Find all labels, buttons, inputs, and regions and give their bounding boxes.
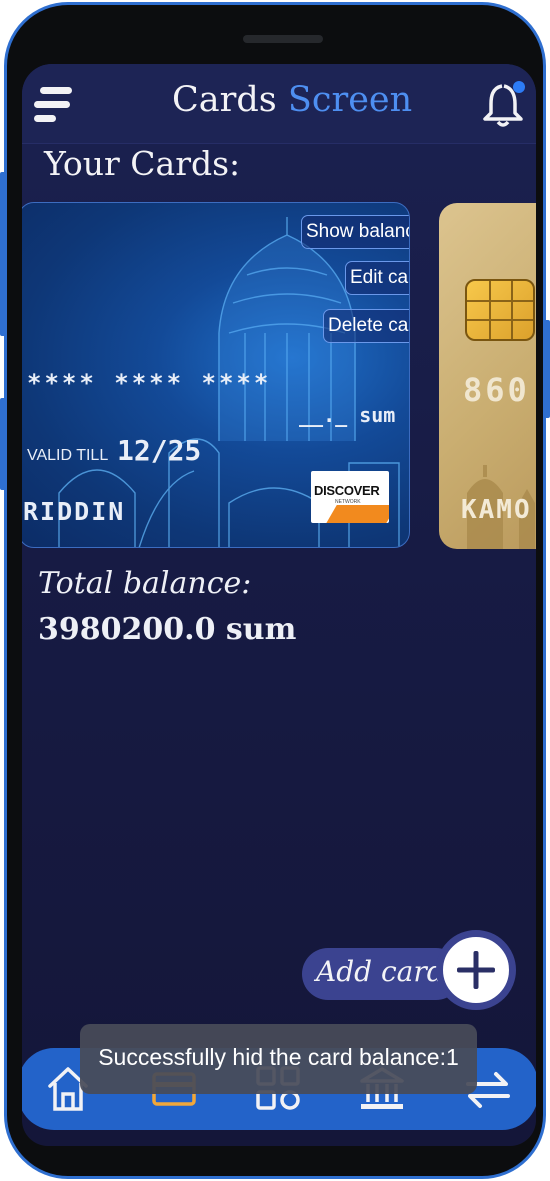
hamburger-menu-icon[interactable]	[34, 85, 78, 125]
second-card-holder: KAMO	[461, 495, 532, 525]
notification-dot-icon	[513, 81, 525, 93]
title-accent: Screen	[287, 80, 413, 120]
total-balance-value: 3980200.0 sum	[38, 612, 297, 647]
power-button	[544, 320, 550, 418]
toast-notification: Successfully hid the card balance:1	[80, 1024, 477, 1094]
app-header: Cards Screen	[22, 64, 536, 144]
discover-logo-icon: DISCOVER NETWORK	[311, 471, 389, 523]
total-balance-label: Total balance:	[38, 566, 252, 601]
card-holder-name: RIDDIN	[23, 497, 126, 526]
second-credit-card[interactable]: 860 KAMO	[439, 203, 536, 549]
delete-card-button[interactable]: Delete card	[323, 309, 409, 343]
bell-icon[interactable]	[482, 78, 528, 130]
card-balance: __._ sum	[299, 403, 396, 427]
valid-till-label: VALID TILL	[27, 447, 109, 464]
toast-message: Successfully hid the card balance:1	[98, 1044, 459, 1070]
plus-icon	[457, 951, 495, 989]
edit-card-button[interactable]: Edit card	[345, 261, 409, 295]
add-card-label[interactable]: Add card:	[316, 955, 454, 988]
card-number: **** **** ****	[27, 369, 272, 397]
volume-button	[0, 172, 6, 336]
chip-icon	[465, 279, 535, 341]
credit-card[interactable]: Show balance Edit card Delete card **** …	[22, 202, 410, 548]
speaker-grille	[243, 35, 323, 43]
expiry-date: 12/25	[117, 434, 202, 467]
page-title: Cards Screen	[172, 80, 412, 120]
side-button	[0, 398, 6, 490]
title-main: Cards	[172, 80, 277, 120]
cards-screen: Cards Screen Your Cards: Show balan Edit…	[22, 64, 536, 1146]
show-balance-button[interactable]: Show balance	[301, 215, 409, 249]
add-card-button[interactable]	[436, 930, 516, 1010]
second-card-number: 860	[463, 371, 530, 409]
section-title: Your Cards:	[44, 144, 241, 183]
